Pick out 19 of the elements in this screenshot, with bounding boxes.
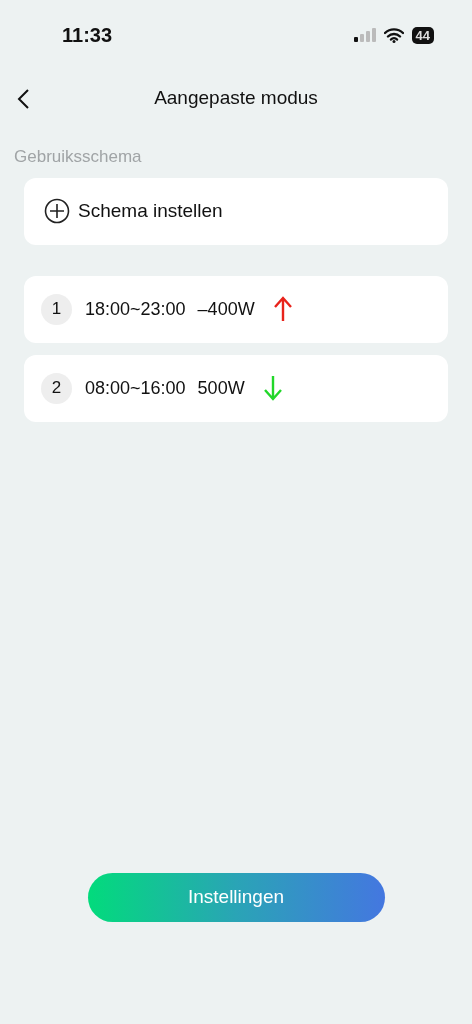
status-time: 11:33	[62, 23, 113, 48]
wifi-icon	[383, 27, 404, 43]
schedule-number: 2	[41, 372, 72, 404]
add-icon	[44, 198, 70, 224]
schedule-time: 18:00~23:00	[85, 297, 186, 321]
page-title: Aangepaste modus	[154, 85, 318, 110]
add-schedule-button[interactable]: Schema instellen	[44, 196, 223, 226]
back-icon	[16, 87, 30, 110]
arrow-down-icon	[262, 375, 283, 401]
section-label: Gebruiksschema	[14, 146, 143, 168]
signal-icon	[353, 28, 376, 42]
schedule-power: –400W	[197, 297, 255, 321]
schedule-power: 500W	[197, 376, 245, 400]
schedule-number: 1	[41, 293, 72, 325]
battery-level: 44	[411, 26, 434, 44]
schedule-time: 08:00~16:00	[85, 376, 186, 400]
arrow-up-icon	[272, 296, 293, 322]
schedule-item[interactable]: 2 08:00~16:00 500W	[24, 354, 448, 422]
schedule-item[interactable]: 1 18:00~23:00 –400W	[24, 275, 448, 343]
